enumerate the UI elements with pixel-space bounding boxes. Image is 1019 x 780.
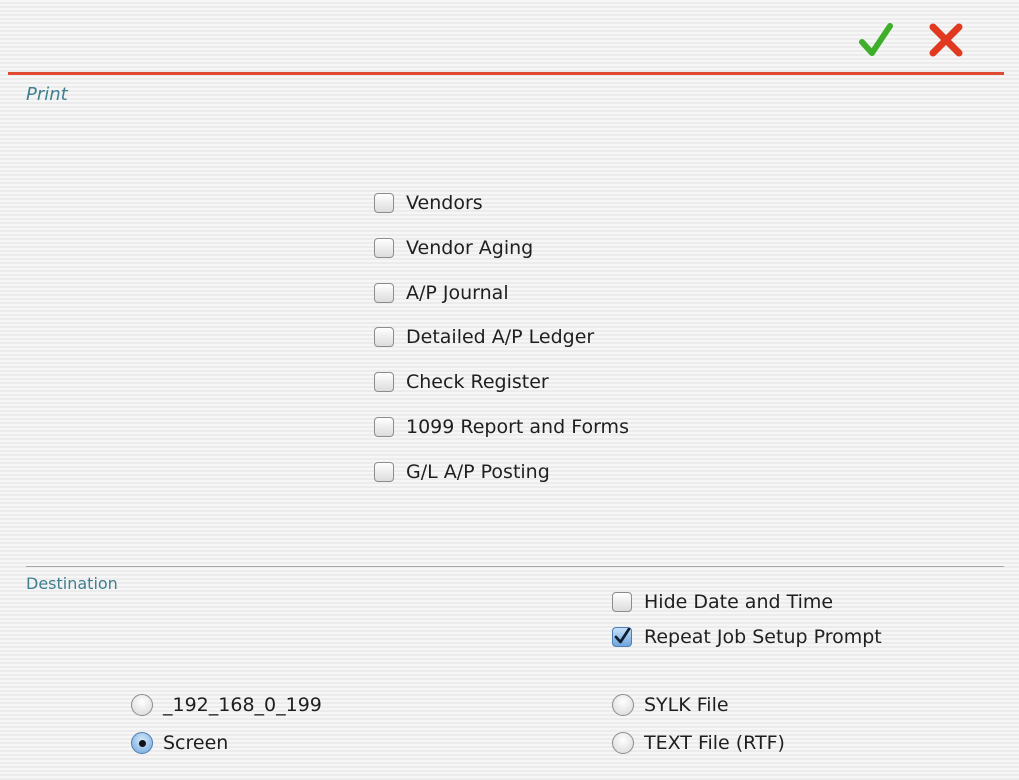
report-checkbox-detailed-ap-ledger[interactable]: Detailed A/P Ledger — [374, 323, 594, 351]
destination-label: _192_168_0_199 — [163, 694, 322, 716]
ok-button[interactable] — [856, 20, 896, 60]
radio-icon[interactable] — [612, 694, 634, 716]
report-label: Check Register — [406, 371, 549, 393]
destination-section-label: Destination — [26, 574, 118, 593]
report-checkbox-vendors[interactable]: Vendors — [374, 189, 483, 217]
destination-label: TEXT File (RTF) — [644, 732, 785, 754]
report-checkbox-vendor-aging[interactable]: Vendor Aging — [374, 234, 533, 262]
radio-icon[interactable] — [131, 694, 153, 716]
section-divider — [26, 566, 1004, 567]
checkbox-checked-icon[interactable] — [612, 627, 632, 647]
destination-radio-text-file[interactable]: TEXT File (RTF) — [612, 729, 785, 757]
checkbox-icon[interactable] — [374, 193, 394, 213]
report-checkbox-check-register[interactable]: Check Register — [374, 368, 549, 396]
radio-selected-icon[interactable] — [131, 732, 153, 754]
checkbox-icon[interactable] — [374, 372, 394, 392]
checkbox-icon[interactable] — [374, 238, 394, 258]
hide-date-time-checkbox[interactable]: Hide Date and Time — [612, 588, 833, 616]
radio-dot — [138, 739, 146, 747]
checkbox-icon[interactable] — [374, 417, 394, 437]
option-label: Repeat Job Setup Prompt — [644, 626, 882, 648]
destination-radio-screen[interactable]: Screen — [131, 729, 228, 757]
report-label: Vendors — [406, 192, 483, 214]
report-label: Detailed A/P Ledger — [406, 326, 595, 348]
report-checkbox-ap-journal[interactable]: A/P Journal — [374, 279, 509, 307]
destination-radio-printer[interactable]: _192_168_0_199 — [131, 691, 322, 719]
checkbox-icon[interactable] — [374, 283, 394, 303]
cancel-button[interactable] — [926, 20, 966, 60]
report-label: 1099 Report and Forms — [406, 416, 629, 438]
option-label: Hide Date and Time — [644, 591, 834, 613]
report-checkbox-gl-ap-posting[interactable]: G/L A/P Posting — [374, 458, 550, 486]
radio-icon[interactable] — [612, 732, 634, 754]
checkmark-icon — [614, 628, 631, 644]
close-icon — [929, 23, 963, 57]
report-checkbox-1099-report[interactable]: 1099 Report and Forms — [374, 413, 629, 441]
toolbar — [0, 0, 1019, 72]
destination-label: Screen — [163, 732, 229, 754]
report-label: A/P Journal — [406, 282, 509, 304]
checkbox-icon[interactable] — [374, 462, 394, 482]
checkbox-icon[interactable] — [612, 592, 632, 612]
report-label: Vendor Aging — [406, 237, 534, 259]
header-divider — [8, 72, 1004, 75]
destination-label: SYLK File — [644, 694, 729, 716]
checkbox-icon[interactable] — [374, 327, 394, 347]
repeat-job-setup-checkbox[interactable]: Repeat Job Setup Prompt — [612, 623, 882, 651]
report-label: G/L A/P Posting — [406, 461, 550, 483]
checkmark-icon — [859, 23, 893, 56]
print-section-label: Print — [26, 84, 68, 105]
destination-radio-sylk-file[interactable]: SYLK File — [612, 691, 729, 719]
